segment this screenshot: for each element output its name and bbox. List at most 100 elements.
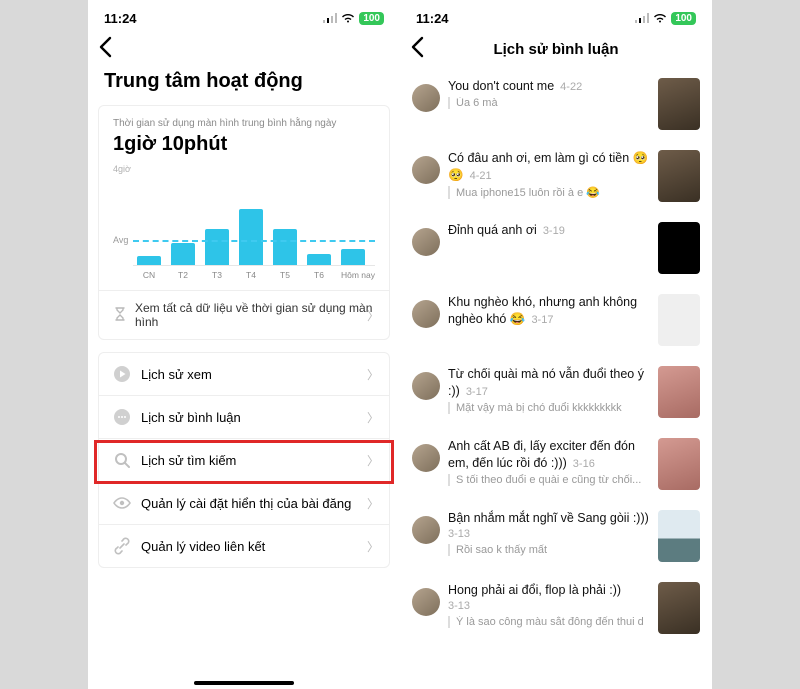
battery-badge: 100 — [671, 12, 696, 25]
menu-item-eye[interactable]: Quản lý cài đặt hiển thị của bài đăng 〉 — [99, 482, 389, 525]
video-thumbnail[interactable] — [658, 510, 700, 562]
back-button[interactable] — [410, 36, 424, 64]
video-thumbnail[interactable] — [658, 438, 700, 490]
screen-time-value: 1giờ 10phút — [113, 133, 375, 156]
wifi-icon — [653, 13, 667, 23]
avatar — [412, 372, 440, 400]
header — [88, 30, 400, 68]
comment-icon — [113, 408, 131, 426]
comment-reply: Ủa 6 mà — [448, 97, 650, 109]
screen-time-card: Thời gian sử dụng màn hình trung bình hằ… — [98, 105, 390, 340]
comment-list[interactable]: You don't count me4-22 Ủa 6 mà Có đâu anh … — [400, 68, 712, 689]
chart-x-labels: CN T2 T3 T4 T5 T6 Hôm nay — [133, 266, 375, 280]
comment-text: Bận nhắm mắt nghĩ về Sang gòii :)))3-13 — [448, 510, 650, 542]
clock: 11:24 — [104, 11, 137, 26]
comment-row[interactable]: Hong phải ai đổi, flop là phải :))3-13 Ý … — [412, 572, 700, 644]
comment-row[interactable]: Khu nghèo khó, nhưng anh không nghèo khó… — [412, 284, 700, 356]
comment-row[interactable]: Từ chối quài mà nó vẫn đuổi theo ý :))3-… — [412, 356, 700, 428]
avatar — [412, 444, 440, 472]
x-tick: T4 — [239, 270, 263, 280]
home-indicator — [194, 681, 294, 685]
video-thumbnail[interactable] — [658, 150, 700, 202]
chart-bar — [137, 256, 161, 265]
view-all-label: Xem tất cả dữ liệu về thời gian sử dụng … — [135, 301, 375, 329]
menu-item-link[interactable]: Quản lý video liên kết 〉 — [99, 525, 389, 567]
comment-reply: Mua iphone15 luôn rồi à e 😂 — [448, 186, 650, 199]
chevron-right-icon: 〉 — [367, 452, 379, 469]
menu-item-label: Lịch sử xem — [141, 367, 212, 382]
y-axis-label: 4giờ — [113, 164, 375, 174]
clock: 11:24 — [416, 11, 449, 26]
avatar — [412, 588, 440, 616]
comment-row[interactable]: Anh cất AB đi, lấy exciter đến đón em, đ… — [412, 428, 700, 500]
menu-item-label: Lịch sử tìm kiếm — [141, 453, 236, 468]
x-tick: T2 — [171, 270, 195, 280]
comment-text: Đỉnh quá anh ơi3-19 — [448, 222, 650, 239]
signal-icon — [323, 13, 337, 23]
menu-item-comment[interactable]: Lịch sử bình luận 〉 — [99, 396, 389, 439]
chart-bar — [171, 243, 195, 266]
chart-bar — [205, 229, 229, 265]
x-tick: Hôm nay — [341, 270, 365, 280]
status-bar: 11:24 100 — [88, 0, 400, 30]
menu-item-label: Lịch sử bình luận — [141, 410, 241, 425]
chevron-right-icon: 〉 — [367, 366, 379, 383]
comment-row[interactable]: Đỉnh quá anh ơi3-19 — [412, 212, 700, 284]
video-thumbnail[interactable] — [658, 582, 700, 634]
chart-bar — [273, 229, 297, 265]
screen-time-chart: Avg — [133, 176, 375, 266]
x-tick: T6 — [307, 270, 331, 280]
menu-item-label: Quản lý cài đặt hiển thị của bài đăng — [141, 496, 351, 511]
video-thumbnail[interactable] — [658, 222, 700, 274]
play-icon — [113, 365, 131, 383]
avatar — [412, 228, 440, 256]
comment-reply: S tối theo đuổi e quài e cũng từ chối... — [448, 474, 650, 486]
chevron-right-icon: 〉 — [367, 538, 379, 555]
comment-row[interactable]: Bận nhắm mắt nghĩ về Sang gòii :)))3-13 R… — [412, 500, 700, 572]
back-button[interactable] — [98, 36, 112, 64]
chart-bar — [307, 254, 331, 265]
x-tick: CN — [137, 270, 161, 280]
chevron-right-icon: 〉 — [367, 495, 379, 512]
comment-row[interactable]: Có đâu anh ơi, em làm gì có tiền 🥺🥺4-21 M… — [412, 140, 700, 212]
search-icon — [113, 451, 131, 469]
chart-bar — [239, 209, 263, 265]
page-title: Lịch sử bình luận — [493, 41, 618, 58]
header: Lịch sử bình luận — [400, 30, 712, 68]
battery-badge: 100 — [359, 12, 384, 25]
avatar — [412, 84, 440, 112]
menu-item-play[interactable]: Lịch sử xem 〉 — [99, 353, 389, 396]
hourglass-icon — [113, 307, 127, 324]
signal-icon — [635, 13, 649, 23]
comment-text: Khu nghèo khó, nhưng anh không nghèo khó… — [448, 294, 650, 328]
screen-time-label: Thời gian sử dụng màn hình trung bình hằ… — [113, 118, 375, 129]
avatar — [412, 156, 440, 184]
menu-item-label: Quản lý video liên kết — [141, 539, 265, 554]
chevron-right-icon: 〉 — [367, 409, 379, 426]
comment-text: Anh cất AB đi, lấy exciter đến đón em, đ… — [448, 438, 650, 472]
comment-row[interactable]: You don't count me4-22 Ủa 6 mà — [412, 68, 700, 140]
video-thumbnail[interactable] — [658, 294, 700, 346]
video-thumbnail[interactable] — [658, 78, 700, 130]
comment-reply: Ý là sao công màu sắt đông đến thui d — [448, 616, 650, 628]
chevron-right-icon: 〉 — [367, 307, 379, 324]
x-tick: T3 — [205, 270, 229, 280]
wifi-icon — [341, 13, 355, 23]
history-menu: Lịch sử xem〉Lịch sử bình luận〉Lịch sử tì… — [98, 352, 390, 568]
menu-item-search[interactable]: Lịch sử tìm kiếm 〉 — [99, 439, 389, 482]
video-thumbnail[interactable] — [658, 366, 700, 418]
eye-icon — [113, 494, 131, 512]
comment-text: Từ chối quài mà nó vẫn đuổi theo ý :))3-… — [448, 366, 650, 400]
comment-text: Có đâu anh ơi, em làm gì có tiền 🥺🥺4-21 — [448, 150, 650, 184]
avg-label: Avg — [113, 235, 130, 245]
comment-reply: Rồi sao k thấy mất — [448, 544, 650, 556]
comment-text: You don't count me4-22 — [448, 78, 650, 95]
link-icon — [113, 537, 131, 555]
chart-bar — [341, 249, 365, 265]
comment-text: Hong phải ai đổi, flop là phải :))3-13 — [448, 582, 650, 614]
x-tick: T5 — [273, 270, 297, 280]
status-bar: 11:24 100 — [400, 0, 712, 30]
comment-reply: Mặt vậy mà bị chó đuổi kkkkkkkkk — [448, 402, 650, 414]
avatar — [412, 300, 440, 328]
view-all-screen-time[interactable]: Xem tất cả dữ liệu về thời gian sử dụng … — [99, 290, 389, 339]
